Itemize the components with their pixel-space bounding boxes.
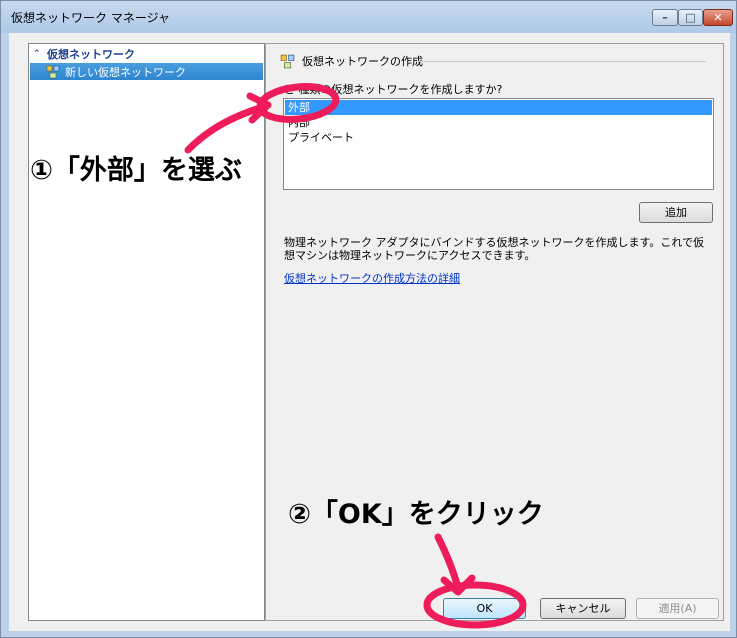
step1-annotation: ①「外部」を選ぶ: [30, 155, 242, 186]
help-link[interactable]: 仮想ネットワークの作成方法の詳細: [284, 270, 460, 286]
minimize-button[interactable]: –: [652, 9, 678, 26]
title-bar[interactable]: 仮想ネットワーク マネージャ – □ ✕: [1, 1, 736, 33]
list-item-external[interactable]: 外部: [285, 100, 712, 115]
step2-annotation: ②「OK」をクリック: [288, 499, 544, 530]
tree-item-new-virtual-network[interactable]: 新しい仮想ネットワーク: [30, 63, 263, 80]
network-type-list[interactable]: 外部 内部 プライベート: [283, 98, 714, 190]
list-item-private[interactable]: プライベート: [285, 130, 712, 145]
close-icon: ✕: [713, 11, 723, 24]
navigation-tree[interactable]: ⌃ 仮想ネットワーク 新しい仮想ネットワーク: [28, 43, 265, 621]
section-divider: [416, 61, 706, 62]
window-title: 仮想ネットワーク マネージャ: [11, 11, 170, 25]
collapse-chevron-icon[interactable]: ⌃: [33, 49, 47, 59]
dialog-client-area: ⌃ 仮想ネットワーク 新しい仮想ネットワーク 仮想ネットワークの作成 ど 種類の…: [9, 33, 730, 631]
tree-header-label: 仮想ネットワーク: [47, 48, 135, 61]
maximize-icon: □: [685, 11, 696, 24]
minimize-icon: –: [662, 11, 668, 24]
network-icon: [46, 65, 60, 79]
section-title-label: 仮想ネットワークの作成: [302, 55, 423, 68]
app-window: 仮想ネットワーク マネージャ – □ ✕ ⌃ 仮想ネットワーク 新しい仮想ネット…: [0, 0, 737, 638]
maximize-button[interactable]: □: [678, 9, 703, 26]
close-button[interactable]: ✕: [703, 9, 733, 26]
add-button[interactable]: 追加: [639, 202, 713, 223]
list-item-internal[interactable]: 内部: [285, 115, 712, 130]
tree-item-label: 新しい仮想ネットワーク: [65, 65, 186, 79]
tree-header[interactable]: ⌃ 仮想ネットワーク: [33, 47, 135, 61]
details-pane: 仮想ネットワークの作成 ど 種類の仮想ネットワークを作成しますか? 外部 内部 …: [265, 43, 724, 621]
network-icon: [280, 54, 295, 69]
network-type-question: ど 種類の仮想ネットワークを作成しますか?: [284, 83, 503, 96]
apply-button[interactable]: 適用(A): [636, 598, 719, 619]
description-text: 物理ネットワーク アダプタにバインドする仮想ネットワークを作成します。これで仮想…: [284, 236, 705, 262]
cancel-button[interactable]: キャンセル: [540, 598, 626, 619]
ok-button[interactable]: OK: [443, 598, 526, 619]
section-title: 仮想ネットワークの作成: [280, 53, 423, 69]
